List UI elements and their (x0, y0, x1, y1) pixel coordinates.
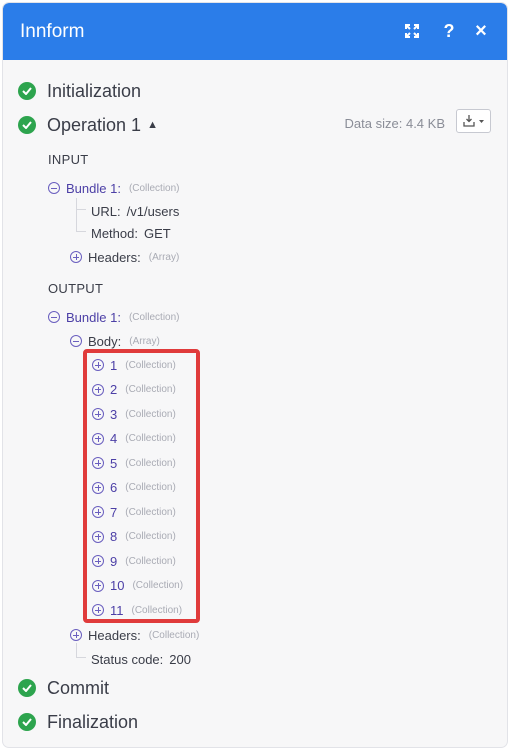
type-label: (Array) (148, 251, 180, 263)
tree-line (76, 643, 86, 658)
field-key: Body: (88, 333, 122, 349)
collapse-icon[interactable] (70, 335, 82, 347)
download-button[interactable] (456, 109, 491, 133)
input-headers-row[interactable]: Headers: (Array) (70, 248, 179, 266)
field-value: 200 (169, 651, 191, 667)
bundle-label: Bundle 1: (66, 180, 121, 196)
field-key: URL: (91, 203, 121, 219)
step-finalization[interactable]: Finalization (18, 711, 138, 733)
bundle-label: Bundle 1: (66, 309, 121, 325)
step-label: Operation 1 (47, 114, 142, 135)
field-key: Status code: (91, 651, 164, 667)
output-headers-row[interactable]: Headers: (Collection) (70, 626, 199, 644)
panel-body: Initialization Operation 1 ▲ Data size: … (3, 60, 507, 747)
field-key: Headers: (88, 627, 141, 643)
input-bundle-row[interactable]: Bundle 1: (Collection) (48, 179, 180, 197)
download-icon (462, 115, 484, 127)
step-commit[interactable]: Commit (18, 677, 109, 699)
check-icon (18, 713, 36, 731)
field-key: Headers: (88, 249, 141, 265)
type-label: (Collection) (128, 182, 180, 194)
data-size: Data size: 4.4 KB (344, 116, 445, 131)
output-body-row[interactable]: Body: (Array) (70, 332, 160, 350)
step-operation[interactable]: Operation 1 ▲ (18, 114, 158, 136)
tree-line (76, 209, 86, 232)
caret-up-icon[interactable]: ▲ (147, 119, 158, 131)
check-icon (18, 116, 36, 134)
output-bundle-row[interactable]: Bundle 1: (Collection) (48, 308, 180, 326)
expand-item-icon[interactable] (70, 629, 82, 641)
step-label: Commit (47, 677, 109, 698)
field-value: /v1/users (126, 203, 180, 219)
collapse-icon[interactable] (48, 311, 60, 323)
step-initialization[interactable]: Initialization (18, 80, 141, 102)
input-heading: INPUT (48, 152, 89, 167)
panel-title: Innform (20, 21, 85, 42)
output-status-row: Status code: 200 (91, 650, 191, 668)
inspector-panel: Innform ? × Initialization Operation 1 ▲… (3, 3, 507, 747)
highlight-box (83, 349, 200, 623)
step-label: Finalization (47, 711, 139, 732)
type-label: (Array) (129, 335, 160, 347)
input-method-row: Method: GET (91, 224, 171, 242)
help-icon[interactable]: ? (439, 21, 459, 41)
check-icon (18, 679, 36, 697)
field-value: GET (143, 225, 171, 241)
type-label: (Collection) (148, 629, 200, 641)
field-key: Method: (91, 225, 138, 241)
check-icon (18, 82, 36, 100)
close-icon[interactable]: × (471, 20, 491, 42)
step-label: Initialization (47, 80, 142, 101)
type-label: (Collection) (128, 311, 180, 323)
input-url-row: URL: /v1/users (91, 202, 179, 220)
expand-item-icon[interactable] (70, 251, 82, 263)
panel-header: Innform ? × (3, 3, 507, 60)
output-heading: OUTPUT (48, 281, 104, 296)
collapse-icon[interactable] (48, 182, 60, 194)
expand-icon[interactable] (402, 21, 422, 41)
